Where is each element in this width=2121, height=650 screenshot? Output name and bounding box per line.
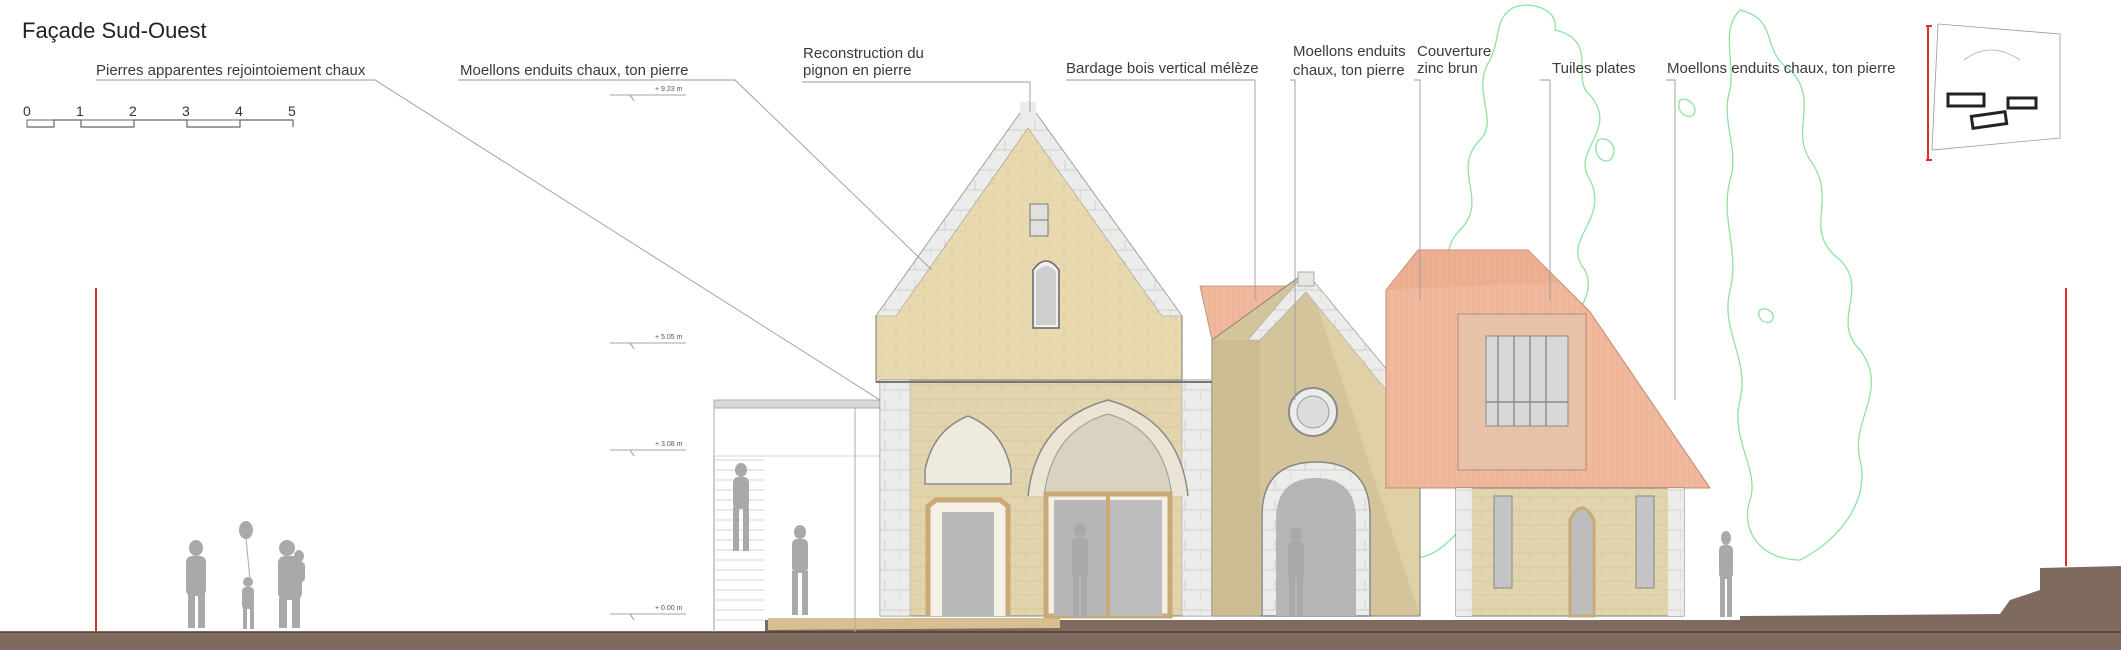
scale-tick: 5 — [288, 103, 296, 119]
site-plan-thumbnail — [1926, 23, 2061, 161]
level-label: + 0.00 m — [655, 605, 683, 612]
drawing-title: Façade Sud-Ouest — [22, 18, 207, 43]
annotation-label: pignon en pierre — [803, 62, 911, 79]
annotation-label: Tuiles plates — [1552, 60, 1636, 77]
annotation-label: zinc brun — [1417, 60, 1478, 77]
annotation-label: Reconstruction du — [803, 45, 924, 62]
annotation-label: Moellons enduits chaux, ton pierre — [460, 62, 688, 79]
level-label: + 9.23 m — [655, 86, 683, 93]
main-gable-building — [875, 101, 1213, 619]
scale-tick: 2 — [129, 103, 137, 119]
scale-tick: 1 — [76, 103, 84, 119]
annotation-label: Moellons enduits chaux, ton pierre — [1667, 60, 1895, 77]
right-building — [1385, 249, 1711, 618]
annotation-label: Bardage bois vertical mélèze — [1066, 60, 1259, 77]
annotation-label: Pierres apparentes rejointoiement chaux — [96, 62, 366, 79]
scale-tick: 4 — [235, 103, 243, 119]
scale-tick: 3 — [182, 103, 190, 119]
annotation-label: Couverture — [1417, 43, 1491, 60]
level-markers — [610, 94, 686, 621]
elevation-drawing: Façade Sud-Ouest 0 1 2 3 4 5 + 9.23 m + … — [0, 4, 2121, 650]
annotation-label: Moellons enduits — [1293, 43, 1406, 60]
annotation-label: chaux, ton pierre — [1293, 62, 1405, 79]
scale-tick: 0 — [23, 103, 31, 119]
level-label: + 3.08 m — [655, 441, 683, 448]
level-label: + 5.05 m — [655, 334, 683, 341]
scale-bar: 0 1 2 3 4 5 — [23, 103, 296, 128]
